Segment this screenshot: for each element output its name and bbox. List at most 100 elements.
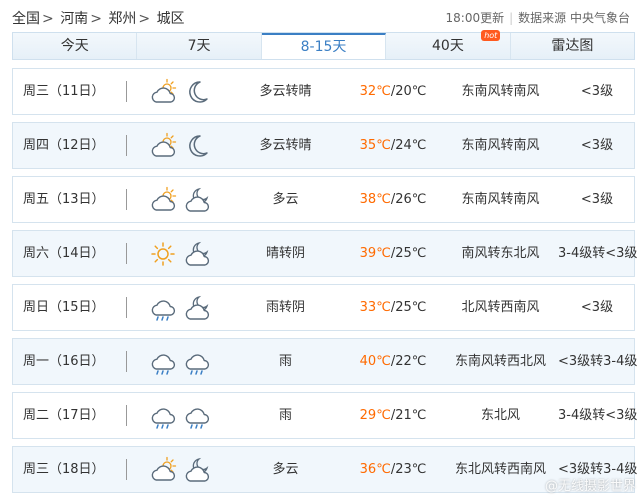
divider: [126, 351, 127, 372]
moon-icon: [183, 78, 211, 106]
temp-high: 33℃: [359, 300, 391, 315]
breadcrumb-city[interactable]: 郑州: [108, 11, 136, 27]
day-label: 周三（18日）: [23, 462, 105, 477]
temp-low: /22℃: [390, 354, 427, 369]
wind-level: <3级: [580, 300, 614, 315]
top-bar: 全国 > 河南 > 郑州 > 城区 18:00更新 | 数据来源 中央气象台: [0, 0, 642, 32]
weather-desc: 多云: [272, 192, 299, 207]
forecast-row: 周一（16日） 雨 40℃/22℃ 东南风转西北风 <3级转3-4级: [12, 338, 638, 385]
breadcrumb-district: 城区: [156, 11, 185, 27]
temp-high: 36℃: [359, 462, 391, 477]
source-org: 中央气象台: [569, 11, 630, 25]
temp-low: /26℃: [390, 192, 427, 207]
day-label: 周日（15日）: [23, 300, 105, 315]
temp-high: 40℃: [359, 354, 391, 369]
rain-icon: [183, 348, 211, 376]
watermark: @无线摄影世界: [544, 479, 636, 494]
data-source: 18:00更新 | 数据来源 中央气象台: [445, 11, 631, 25]
partly-cloudy-icon: [149, 78, 177, 106]
partly-cloudy-icon: [149, 456, 177, 484]
partly-cloudy-icon: [149, 186, 177, 214]
rain-icon: [149, 402, 177, 430]
forecast-row: 周三（18日） 多云 36℃/23℃ 东北风转西南风 <3级转3-4级: [12, 446, 637, 493]
temperature: 33℃/25℃: [348, 285, 438, 330]
day-label: 周六（14日）: [23, 246, 105, 261]
divider: [126, 81, 127, 102]
forecast-tabs: 今天 7天 8-15天 40天 hot 雷达图: [12, 30, 635, 60]
tab-8-15-days[interactable]: 8-15天: [261, 33, 387, 59]
tab-40-days[interactable]: 40天 hot: [386, 30, 511, 59]
temp-low: /21℃: [390, 408, 427, 423]
wind-level: <3级: [580, 192, 614, 207]
breadcrumb-national[interactable]: 全国: [12, 11, 40, 27]
breadcrumb-sep: >: [90, 11, 102, 27]
forecast-row: 周六（14日） 晴转阴 39℃/25℃ 南风转东北风 3-4级转<3级: [12, 230, 637, 277]
wind-direction: 东北风: [480, 408, 520, 423]
wind-direction: 东南风转南风: [461, 84, 540, 99]
temp-high: 32℃: [359, 84, 391, 99]
forecast-row: 周二（17日） 雨 29℃/21℃ 东北风 3-4级转<3级: [12, 392, 637, 439]
weather-icons: [149, 348, 211, 376]
weather-desc: 晴转阴: [265, 246, 305, 261]
tab-label: 7天: [187, 38, 211, 54]
weather-icons: [149, 132, 211, 160]
day-label: 周二（17日）: [23, 408, 105, 423]
rain-icon: [149, 294, 177, 322]
wind-direction: 东南风转南风: [461, 138, 540, 153]
breadcrumb: 全国 > 河南 > 郑州 > 城区: [12, 8, 185, 28]
weather-icons: [149, 240, 211, 268]
day-label: 周五（13日）: [23, 192, 105, 207]
weather-icons: [149, 294, 211, 322]
breadcrumb-province[interactable]: 河南: [60, 11, 88, 27]
divider: [126, 459, 127, 480]
weather-desc: 多云转晴: [259, 84, 312, 99]
divider: [126, 189, 127, 210]
temp-low: /25℃: [390, 246, 427, 261]
divider: [126, 405, 127, 426]
forecast-row: 周五（13日） 多云 38℃/26℃ 东南风转南风 <3级: [12, 176, 635, 223]
tab-label: 雷达图: [551, 38, 594, 54]
weather-desc: 多云: [272, 462, 299, 477]
temp-high: 39℃: [359, 246, 391, 261]
forecast-row: 周日（15日） 雨转阴 33℃/25℃ 北风转西南风 <3级: [12, 284, 635, 331]
wind-level: <3级转3-4级: [558, 354, 638, 369]
cloudy-night-icon: [183, 240, 211, 268]
wind-direction: 东南风转西北风: [454, 354, 546, 369]
tab-7-days[interactable]: 7天: [137, 33, 262, 59]
weather-desc: 雨: [278, 408, 292, 423]
forecast-row: 周三（11日） 多云转晴 32℃/20℃ 东南风转南风 <3级: [12, 68, 635, 115]
temp-low: /24℃: [390, 138, 427, 153]
temperature: 32℃/20℃: [348, 69, 438, 114]
temperature: 40℃/22℃: [348, 339, 438, 384]
breadcrumb-sep: >: [138, 11, 151, 27]
weather-desc: 多云转晴: [259, 138, 312, 153]
cloudy-night-icon: [183, 186, 211, 214]
temp-high: 29℃: [359, 408, 391, 423]
temp-low: /23℃: [390, 462, 427, 477]
rain-icon: [149, 348, 177, 376]
breadcrumb-sep: >: [42, 11, 54, 27]
rain-icon: [183, 402, 211, 430]
temp-low: /20℃: [390, 84, 427, 99]
weather-icons: [149, 456, 211, 484]
tab-radar[interactable]: 雷达图: [511, 33, 634, 59]
wind-level: <3级: [580, 138, 614, 153]
wind-direction: 东南风转南风: [461, 192, 540, 207]
partly-cloudy-icon: [149, 132, 177, 160]
day-label: 周一（16日）: [23, 354, 105, 369]
forecast-list: 周三（11日） 多云转晴 32℃/20℃ 东南风转南风 <3级 周四（12日） …: [12, 68, 638, 500]
tab-today[interactable]: 今天: [13, 33, 138, 59]
hot-badge: hot: [481, 30, 501, 41]
weather-icons: [149, 402, 211, 430]
cloudy-night-icon: [183, 294, 211, 322]
weather-icons: [149, 186, 211, 214]
temperature: 36℃/23℃: [348, 447, 438, 492]
day-label: 周三（11日）: [23, 84, 105, 99]
temperature: 38℃/26℃: [348, 177, 438, 222]
temp-high: 35℃: [359, 138, 391, 153]
divider: [126, 135, 127, 156]
moon-icon: [183, 132, 211, 160]
temperature: 29℃/21℃: [348, 393, 438, 438]
forecast-row: 周四（12日） 多云转晴 35℃/24℃ 东南风转南风 <3级: [12, 122, 635, 169]
tab-label: 今天: [60, 38, 89, 54]
